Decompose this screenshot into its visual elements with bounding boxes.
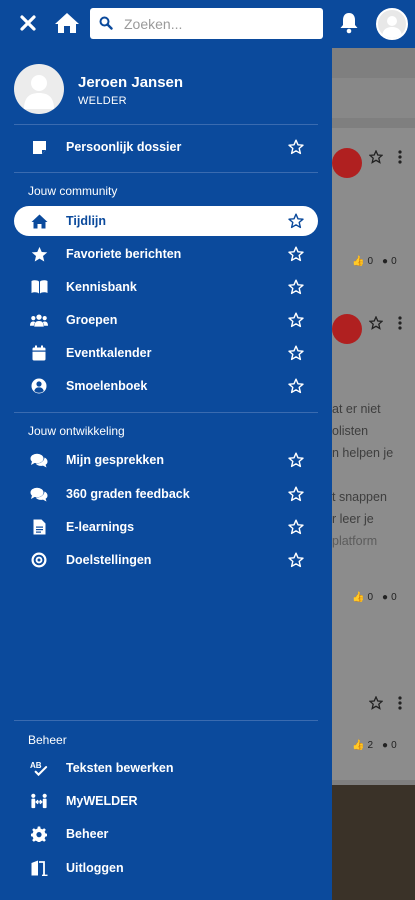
section-title-admin: Beheer: [28, 733, 67, 747]
comment-count: 0: [391, 740, 397, 751]
favorite-star-icon[interactable]: [288, 279, 304, 295]
favorite-star-icon[interactable]: [288, 552, 304, 568]
menu-item-doelstellingen[interactable]: Doelstellingen: [14, 545, 318, 575]
menu-item-tijdlijn[interactable]: Tijdlijn: [14, 206, 318, 236]
section-title-development: Jouw ontwikkeling: [28, 424, 125, 438]
gear-icon: [30, 825, 48, 843]
user-circle-icon: [30, 377, 48, 395]
menu-item-favoriete-berichten[interactable]: Favoriete berichten: [14, 239, 318, 269]
feed-post: at er niet olisten n helpen je t snappen…: [332, 288, 415, 668]
logout-door-icon: [30, 859, 48, 877]
profile-name: Jeroen Jansen: [78, 74, 184, 91]
divider: [14, 124, 318, 125]
post-counts: 👍 0 ● 0: [352, 592, 397, 603]
profile-organization: WELDER: [78, 95, 127, 107]
post-avatar: [332, 148, 362, 178]
comment-count: 0: [391, 256, 397, 267]
more-icon[interactable]: [398, 150, 402, 164]
spellcheck-icon: AB: [30, 759, 48, 777]
users-icon: [30, 311, 48, 329]
target-icon: [30, 551, 48, 569]
like-icon[interactable]: 👍: [352, 256, 364, 267]
search-icon: [99, 16, 113, 35]
divider: [14, 412, 318, 413]
book-icon: [30, 278, 48, 296]
menu-item-groepen[interactable]: Groepen: [14, 305, 318, 335]
document-icon: [30, 518, 48, 536]
chat-icon: [30, 485, 48, 503]
menu-item-uitloggen[interactable]: Uitloggen: [14, 853, 318, 883]
favorite-star-icon[interactable]: [288, 486, 304, 502]
menu-item-eventkalender[interactable]: Eventkalender: [14, 338, 318, 368]
top-bar: [0, 0, 415, 48]
favorite-star-icon[interactable]: [288, 452, 304, 468]
divider: [14, 720, 318, 721]
search-input[interactable]: [124, 8, 314, 39]
menu-item-360-graden-feedback[interactable]: 360 graden feedback: [14, 479, 318, 509]
feed-post: 👍 2 ● 0: [332, 640, 415, 780]
close-icon[interactable]: [13, 8, 43, 38]
search-box[interactable]: [90, 8, 323, 39]
favorite-star-icon[interactable]: [288, 378, 304, 394]
profile-header[interactable]: Jeroen Jansen WELDER: [14, 64, 318, 116]
favorite-star-icon[interactable]: [288, 213, 304, 229]
menu-item-e-learnings[interactable]: E-learnings: [14, 512, 318, 542]
background-feed: 👍 0 ● 0 at er niet olisten n helpen je t s…: [332, 48, 415, 900]
more-icon[interactable]: [398, 696, 402, 710]
calendar-icon: [30, 344, 48, 362]
feed-header: [332, 78, 415, 118]
bell-icon[interactable]: [334, 8, 364, 38]
note-icon: [30, 138, 48, 156]
menu-item-kennisbank[interactable]: Kennisbank: [14, 272, 318, 302]
post-counts: 👍 2 ● 0: [352, 740, 397, 751]
people-arrows-icon: [30, 792, 48, 810]
more-icon[interactable]: [398, 316, 402, 330]
star-outline-icon[interactable]: [369, 696, 383, 710]
navigation-drawer: Jeroen Jansen WELDER Persoonlijk dossier…: [0, 48, 332, 900]
like-icon[interactable]: 👍: [352, 740, 364, 751]
home-icon[interactable]: [52, 8, 82, 38]
section-title-community: Jouw community: [28, 184, 118, 198]
comment-icon[interactable]: ●: [382, 740, 388, 751]
favorite-star-icon[interactable]: [288, 246, 304, 262]
home-icon: [30, 212, 48, 230]
avatar[interactable]: [376, 8, 408, 40]
divider: [14, 172, 318, 173]
svg-text:AB: AB: [30, 761, 42, 770]
favorite-star-icon[interactable]: [288, 519, 304, 535]
comment-icon[interactable]: ●: [382, 256, 388, 267]
menu-item-beheer[interactable]: Beheer: [14, 819, 318, 849]
menu-item-teksten-bewerken[interactable]: AB Teksten bewerken: [14, 753, 318, 783]
menu-item-mijn-gesprekken[interactable]: Mijn gesprekken: [14, 445, 318, 475]
profile-avatar: [14, 64, 64, 114]
comment-icon[interactable]: ●: [382, 592, 388, 603]
like-icon[interactable]: 👍: [352, 592, 364, 603]
star-outline-icon[interactable]: [369, 150, 383, 164]
post-avatar: [332, 314, 362, 344]
like-count: 2: [367, 740, 374, 751]
star-icon: [30, 245, 48, 263]
post-text: at er niet olisten n helpen je t snappen…: [332, 402, 394, 548]
star-outline-icon[interactable]: [369, 316, 383, 330]
menu-item-persoonlijk-dossier[interactable]: Persoonlijk dossier: [14, 132, 318, 162]
chat-icon: [30, 451, 48, 469]
like-count: 0: [367, 592, 374, 603]
like-count: 0: [367, 256, 374, 267]
menu-item-smoelenboek[interactable]: Smoelenboek: [14, 371, 318, 401]
post-counts: 👍 0 ● 0: [352, 256, 397, 267]
favorite-star-icon[interactable]: [288, 139, 304, 155]
post-image: [332, 785, 415, 900]
menu-item-mywelder[interactable]: MyWELDER: [14, 786, 318, 816]
favorite-star-icon[interactable]: [288, 312, 304, 328]
favorite-star-icon[interactable]: [288, 345, 304, 361]
comment-count: 0: [391, 592, 397, 603]
